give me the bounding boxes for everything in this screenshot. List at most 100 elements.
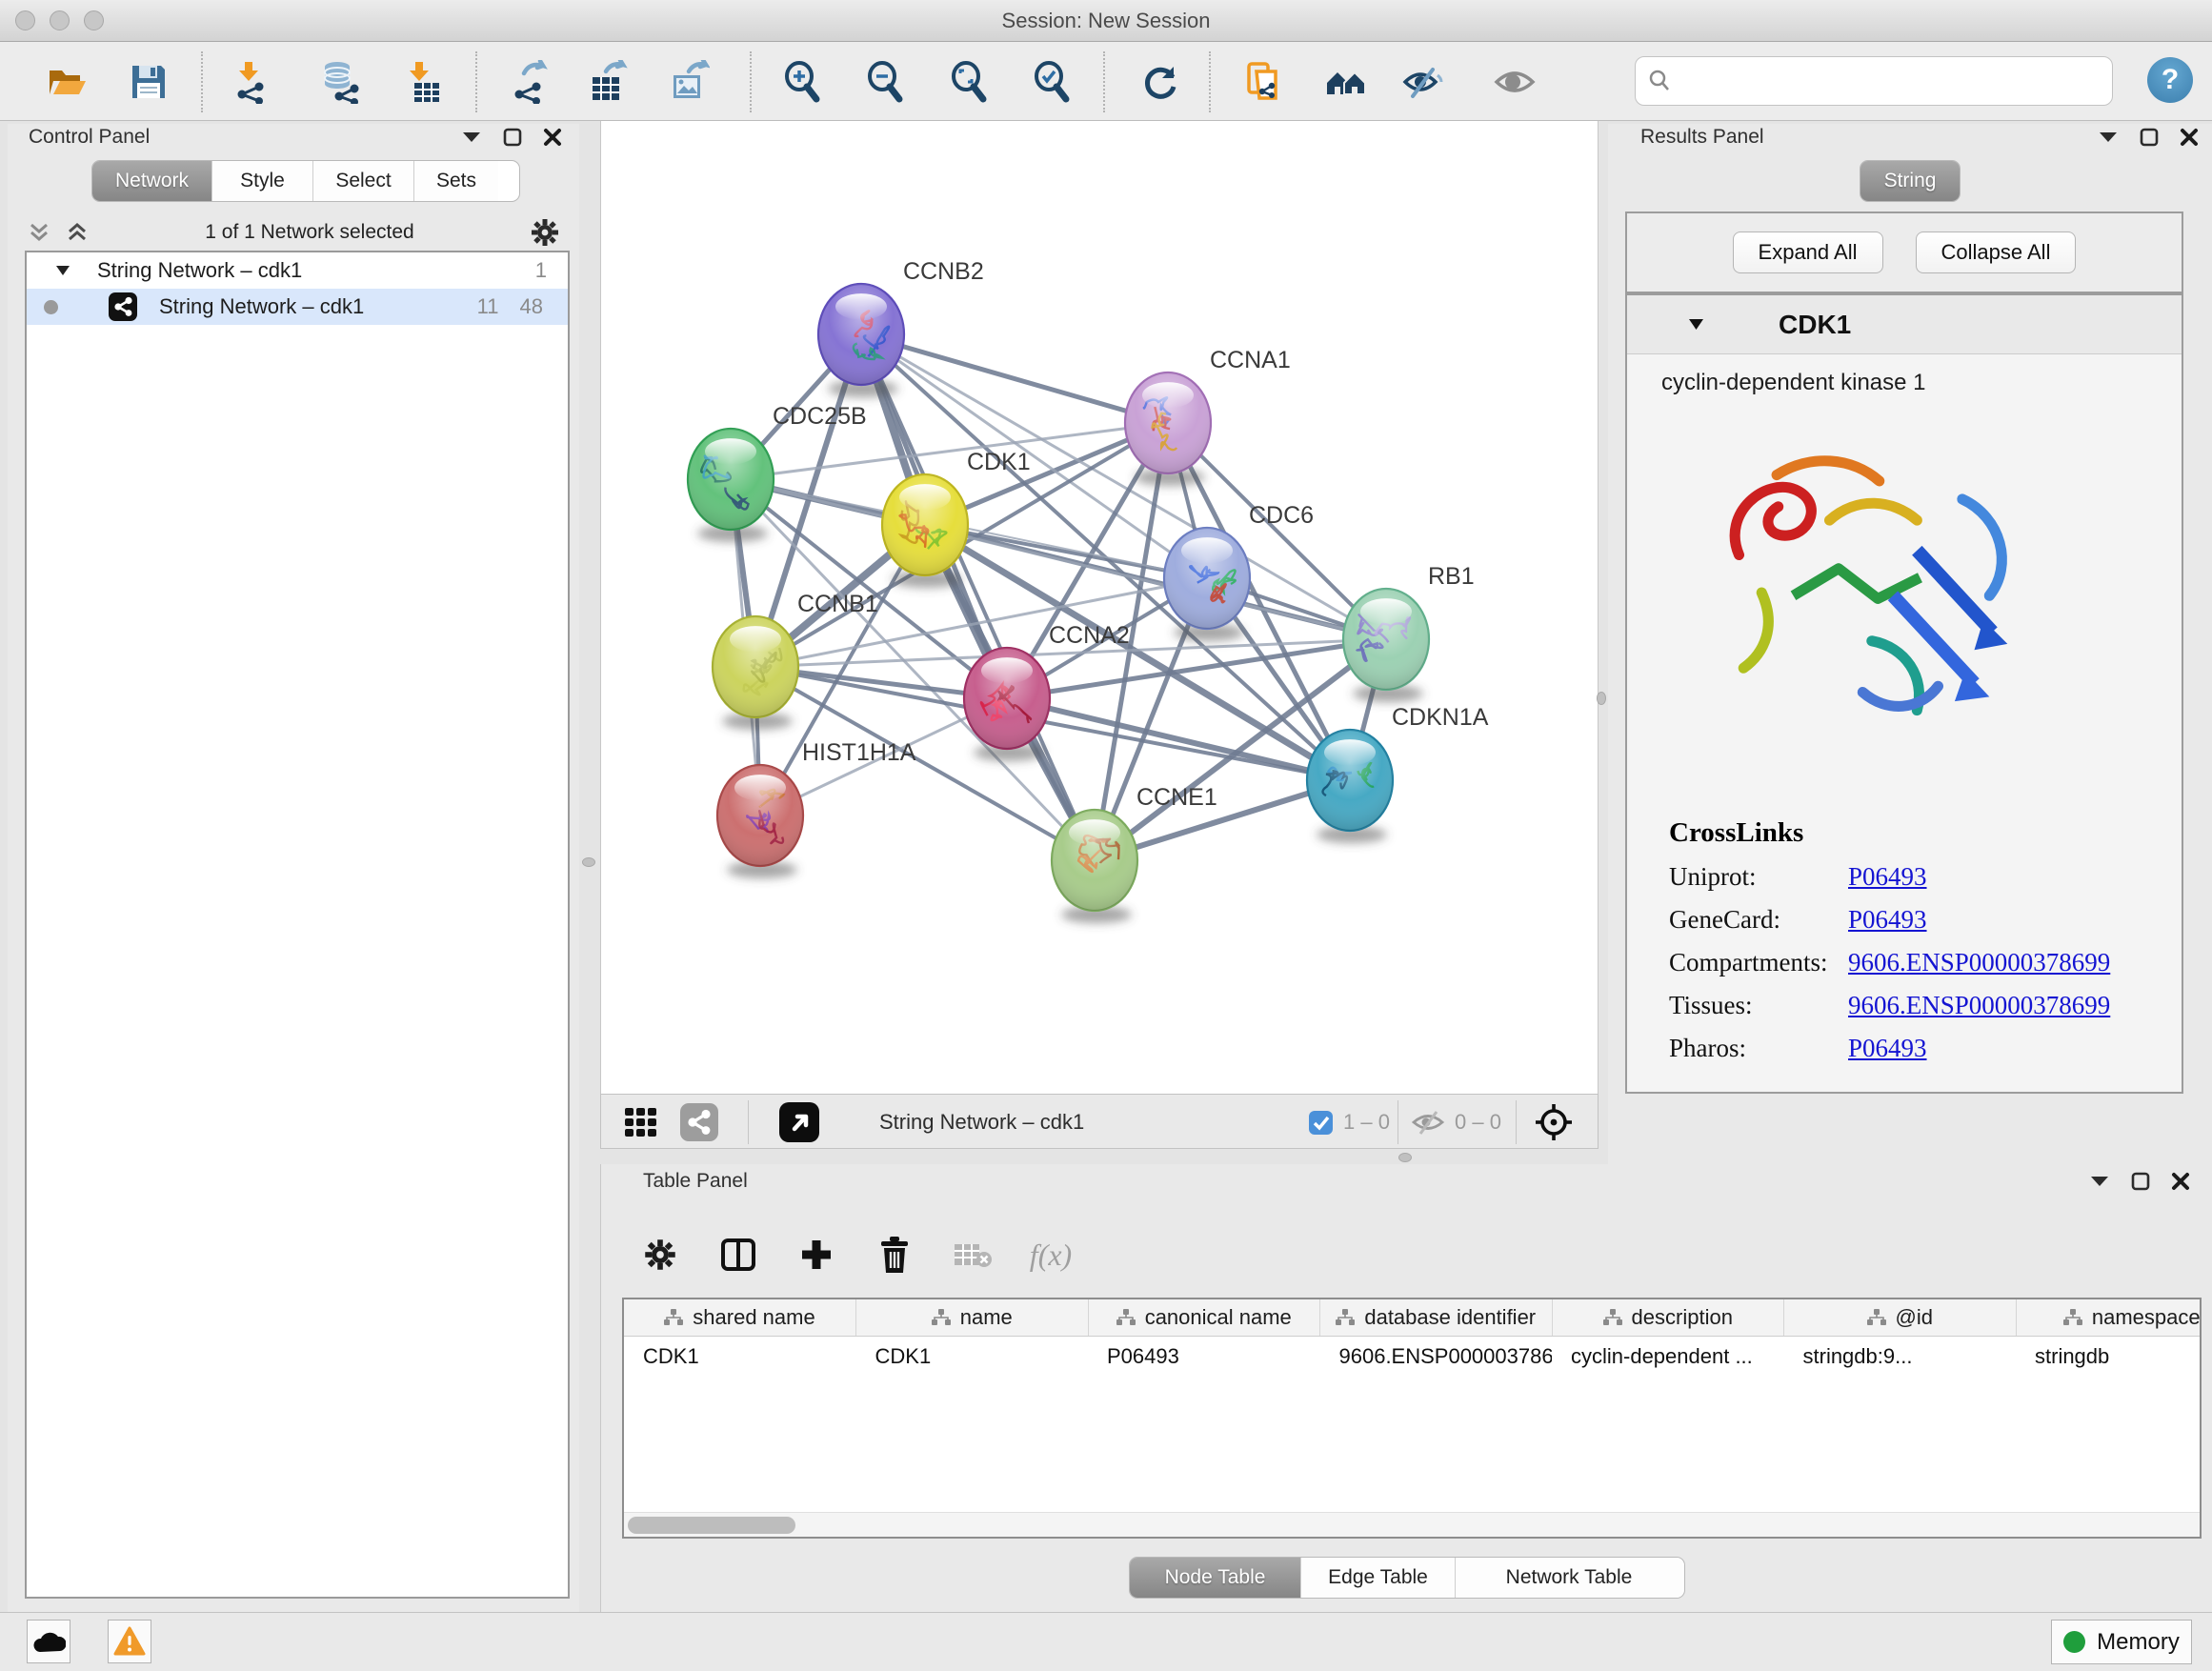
tab-network-table[interactable]: Network Table	[1456, 1558, 1682, 1598]
export-network-button[interactable]	[505, 58, 553, 106]
column-header-database-identifier[interactable]: database identifier	[1320, 1299, 1553, 1336]
table-cell[interactable]: stringdb:9...	[1784, 1336, 2017, 1378]
tab-style[interactable]: Style	[212, 161, 313, 201]
zoom-in-button[interactable]	[778, 58, 826, 106]
protein-node-CDKN1A[interactable]	[1307, 730, 1393, 831]
open-session-button[interactable]	[43, 58, 90, 106]
protein-node-CCNB2[interactable]	[818, 284, 904, 385]
help-button[interactable]: ?	[2147, 57, 2193, 103]
save-session-button[interactable]	[125, 58, 172, 106]
protein-node-CCNE1[interactable]	[1052, 810, 1137, 911]
string-network-graph[interactable]: CCNB2CCNA1CDC25BCDK1CDC6RB1CCNB1CCNA2CDK…	[601, 121, 1598, 1092]
refresh-network-button[interactable]	[1136, 58, 1184, 106]
duplicate-network-button[interactable]	[1239, 58, 1287, 106]
protein-node-CDK1[interactable]	[882, 474, 968, 575]
hide-selected-button[interactable]	[1399, 58, 1447, 106]
export-image-button[interactable]	[664, 58, 712, 106]
protein-node-CCNB1[interactable]	[713, 616, 798, 717]
add-column-button[interactable]	[792, 1230, 841, 1279]
tab-edge-table[interactable]: Edge Table	[1301, 1558, 1456, 1598]
show-columns-button[interactable]	[714, 1230, 763, 1279]
protein-node-RB1[interactable]	[1343, 589, 1429, 690]
collapse-all-button[interactable]: Collapse All	[1916, 232, 2077, 273]
expand-all-icon[interactable]	[65, 221, 90, 244]
protein-node-CDC25B[interactable]	[688, 429, 774, 530]
protein-node-CCNA2[interactable]	[964, 648, 1050, 749]
network-mode-button[interactable]	[679, 1101, 719, 1143]
tab-network[interactable]: Network	[92, 161, 212, 201]
cloud-button[interactable]	[27, 1620, 70, 1663]
tab-string[interactable]: String	[1860, 161, 1960, 201]
selected-checkbox-icon[interactable]	[1308, 1110, 1334, 1136]
protein-node-HIST1H1A[interactable]	[717, 765, 803, 866]
horizontal-scrollbar[interactable]	[624, 1512, 2200, 1537]
tab-select[interactable]: Select	[313, 161, 414, 201]
splitter-handle[interactable]	[582, 857, 595, 867]
zoom-selected-button[interactable]	[1028, 58, 1076, 106]
splitter-handle[interactable]	[1597, 692, 1606, 705]
gear-icon[interactable]	[530, 217, 560, 248]
column-header--id[interactable]: @id	[1784, 1299, 2017, 1336]
protein-node-CCNA1[interactable]	[1125, 372, 1211, 473]
table-cell[interactable]: CDK1	[856, 1336, 1089, 1378]
splitter-handle[interactable]	[1398, 1153, 1412, 1162]
panel-float-icon[interactable]	[2098, 131, 2119, 144]
import-network-button[interactable]	[228, 58, 275, 106]
panel-float-icon[interactable]	[461, 131, 482, 144]
delete-column-button[interactable]	[870, 1230, 919, 1279]
import-network-from-database-button[interactable]	[316, 58, 364, 106]
tab-node-table[interactable]: Node Table	[1130, 1558, 1301, 1598]
table-settings-button[interactable]	[635, 1230, 685, 1279]
column-header-shared-name[interactable]: shared name	[624, 1299, 856, 1336]
protein-node-CDC6[interactable]	[1164, 528, 1250, 629]
panel-close-icon[interactable]	[543, 128, 562, 147]
crosslink-link[interactable]: P06493	[1848, 862, 1927, 892]
show-all-button[interactable]	[1491, 58, 1538, 106]
table-cell[interactable]: P06493	[1088, 1336, 1320, 1378]
column-header-description[interactable]: description	[1552, 1299, 1784, 1336]
export-table-icon	[585, 60, 629, 104]
panel-float-icon[interactable]	[2089, 1175, 2110, 1188]
table-row[interactable]: CDK1CDK1P064939606.ENSP00000378699cyclin…	[624, 1336, 2202, 1378]
panel-close-icon[interactable]	[2180, 128, 2199, 147]
export-table-button[interactable]	[583, 58, 631, 106]
protein-entry-header[interactable]: CDK1	[1627, 295, 2182, 354]
table-cell[interactable]: cyclin-dependent ...	[1552, 1336, 1784, 1378]
search-input[interactable]	[1672, 69, 2091, 93]
network-collection-row[interactable]: String Network – cdk1 1	[27, 252, 568, 289]
network-view-canvas[interactable]: CCNB2CCNA1CDC25BCDK1CDC6RB1CCNB1CCNA2CDK…	[600, 121, 1599, 1094]
zoom-fit-button[interactable]	[945, 58, 993, 106]
crosslink-link[interactable]: 9606.ENSP00000378699	[1848, 948, 2110, 977]
center-view-button[interactable]	[1533, 1101, 1575, 1143]
panel-maximize-icon[interactable]	[2131, 1172, 2150, 1191]
disclosure-triangle-icon[interactable]	[55, 265, 70, 276]
disclosure-triangle-icon[interactable]	[1688, 318, 1704, 331]
memory-button[interactable]: Memory	[2051, 1620, 2192, 1664]
column-header-namespace[interactable]: namespace	[2016, 1299, 2202, 1336]
panel-maximize-icon[interactable]	[2140, 128, 2159, 147]
table-cell[interactable]: 9606.ENSP00000378699	[1320, 1336, 1553, 1378]
table-cell[interactable]: stringdb	[2016, 1336, 2202, 1378]
network-edge[interactable]	[861, 334, 1095, 860]
tab-sets[interactable]: Sets	[414, 161, 498, 201]
crosslink-link[interactable]: 9606.ENSP00000378699	[1848, 991, 2110, 1020]
birdseye-view-button[interactable]	[778, 1101, 820, 1143]
column-header-name[interactable]: name	[856, 1299, 1089, 1336]
houses-button[interactable]	[1322, 58, 1370, 106]
network-row[interactable]: String Network – cdk1 11 48	[27, 289, 568, 325]
import-table-button[interactable]	[399, 58, 447, 106]
panel-close-icon[interactable]	[2171, 1172, 2190, 1191]
node-table[interactable]: shared namenamecanonical namedatabase id…	[622, 1298, 2202, 1539]
table-cell[interactable]: CDK1	[624, 1336, 856, 1378]
expand-all-button[interactable]: Expand All	[1733, 232, 1883, 273]
panel-maximize-icon[interactable]	[503, 128, 522, 147]
hidden-counts: 0 – 0	[1411, 1101, 1501, 1143]
crosslink-link[interactable]: P06493	[1848, 905, 1927, 935]
zoom-out-button[interactable]	[861, 58, 909, 106]
warnings-button[interactable]	[108, 1620, 151, 1663]
column-header-canonical-name[interactable]: canonical name	[1088, 1299, 1320, 1336]
grid-mode-button[interactable]	[622, 1101, 660, 1143]
collapse-all-icon[interactable]	[27, 221, 51, 244]
scrollbar-thumb[interactable]	[628, 1517, 795, 1534]
crosslink-link[interactable]: P06493	[1848, 1034, 1927, 1063]
